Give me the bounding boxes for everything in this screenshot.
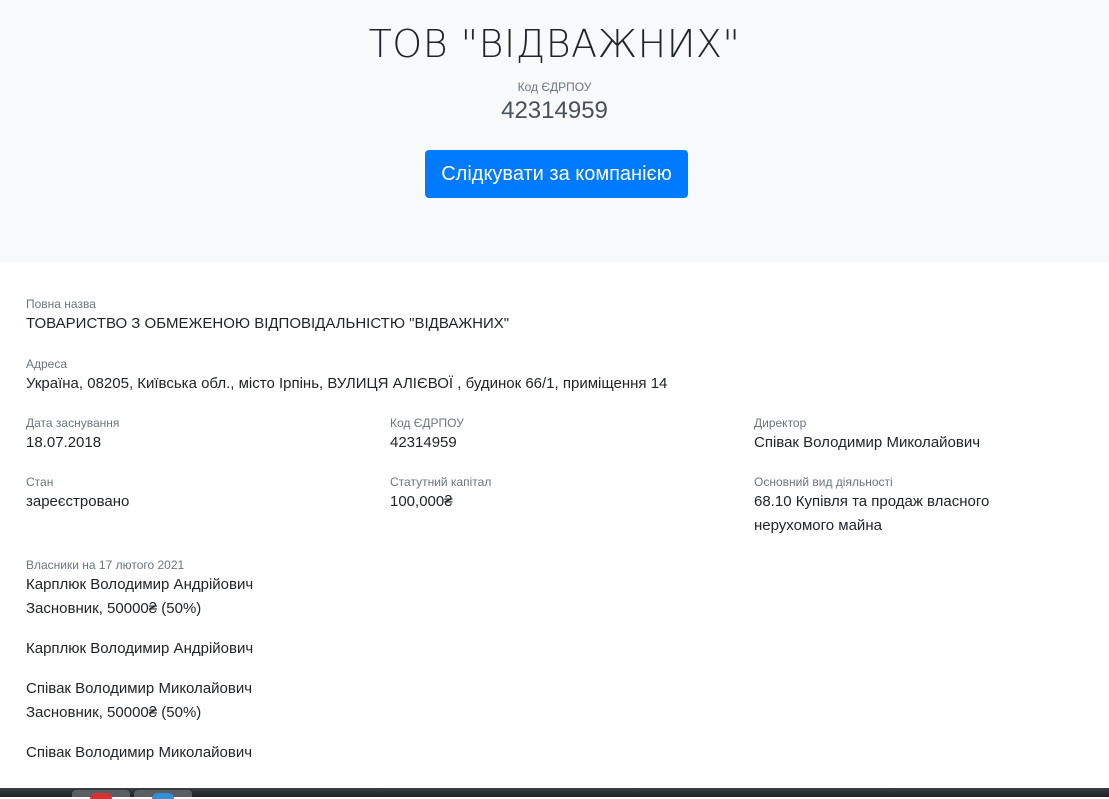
address-value: Україна, 08205, Київська обл., місто Ірп… [26, 375, 668, 392]
founded-label: Дата заснування [26, 416, 120, 430]
company-title: ТОВ "ВІДВАЖНИХ" [368, 22, 741, 66]
owner-name: Співак Володимир Миколайович [26, 680, 253, 697]
founded-field: Дата заснування 18.07.2018 [26, 415, 119, 455]
edrpou-detail-label: Код ЄДРПОУ [390, 416, 464, 430]
activity-field: Основний вид діяльності 68.10 Купівля та… [754, 474, 989, 538]
full-name-field: Повна назва ТОВАРИСТВО З ОБМЕЖЕНОЮ ВІДПО… [26, 296, 509, 336]
status-field: Стан зареєстровано [26, 474, 129, 514]
owner-role: Засновник, 50000₴ (50%) [26, 600, 202, 617]
owners-label: Власники на 17 лютого 2021 [26, 558, 185, 572]
edrpou-field: Код ЄДРПОУ 42314959 [390, 415, 464, 455]
browser-icon-blue [152, 793, 174, 799]
founded-value: 18.07.2018 [26, 434, 102, 451]
taskbar-app-button[interactable] [72, 790, 130, 799]
owner-name: Співак Володимир Миколайович [26, 744, 253, 761]
capital-value: 100,000₴ [390, 493, 453, 510]
owner-item: Співак Володимир Миколайович [26, 741, 253, 765]
address-label: Адреса [26, 357, 68, 371]
edrpou-value: 42314959 [501, 97, 608, 124]
owner-name: Карплюк Володимир Андрійович [26, 576, 254, 593]
os-taskbar [0, 788, 1109, 799]
edrpou-label: Код ЄДРПОУ [517, 80, 592, 94]
director-value: Співак Володимир Миколайович [754, 434, 981, 451]
director-field: Директор Співак Володимир Миколайович [754, 415, 980, 455]
owner-name: Карплюк Володимир Андрійович [26, 640, 254, 657]
owner-item: Карплюк Володимир Андрійович [26, 637, 253, 661]
activity-value-line1: 68.10 Купівля та продаж власного [754, 493, 990, 510]
company-header: ТОВ "ВІДВАЖНИХ" Код ЄДРПОУ 42314959 Слід… [0, 0, 1109, 262]
owner-role: Засновник, 50000₴ (50%) [26, 704, 202, 721]
address-field: Адреса Україна, 08205, Київська обл., мі… [26, 356, 667, 396]
owners-section: Власники на 17 лютого 2021 Карплюк Волод… [26, 557, 253, 781]
director-label: Директор [754, 416, 807, 430]
edrpou-detail-value: 42314959 [390, 434, 457, 451]
activity-label: Основний вид діяльності [754, 475, 893, 489]
owner-item: Карплюк Володимир Андрійович Засновник, … [26, 573, 253, 621]
full-name-label: Повна назва [26, 297, 96, 311]
owner-item: Співак Володимир Миколайович Засновник, … [26, 677, 253, 725]
follow-company-button[interactable]: Слідкувати за компанією [425, 150, 688, 198]
activity-value-line2: нерухомого майна [754, 517, 882, 534]
browser-icon-red [90, 793, 112, 799]
taskbar-app-button[interactable] [134, 790, 192, 799]
status-value: зареєстровано [26, 493, 130, 510]
status-label: Стан [26, 475, 54, 489]
capital-field: Статутний капітал 100,000₴ [390, 474, 491, 514]
full-name-value: ТОВАРИСТВО З ОБМЕЖЕНОЮ ВІДПОВІДАЛЬНІСТЮ … [26, 315, 510, 332]
capital-label: Статутний капітал [390, 475, 492, 489]
